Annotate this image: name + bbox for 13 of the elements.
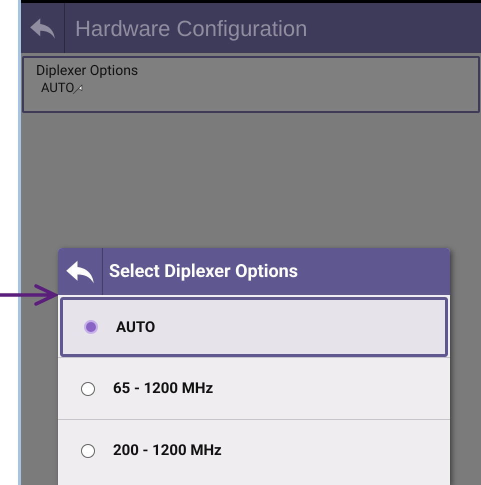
back-icon: [29, 16, 56, 40]
window-title: Hardware Configuration: [75, 14, 308, 43]
cursor-icon: [72, 84, 84, 94]
back-icon: [65, 258, 95, 284]
option-item[interactable]: AUTO: [60, 297, 448, 357]
option-item[interactable]: 65 - 1200 MHz: [58, 357, 450, 419]
diplexer-field[interactable]: Diplexer Options AUTO: [22, 56, 480, 113]
radio-button[interactable]: [81, 382, 95, 396]
pointer-arrow: [0, 283, 58, 307]
dialog-title: Select Diplexer Options: [109, 260, 298, 284]
radio-button[interactable]: [81, 444, 95, 458]
option-item[interactable]: 200 - 1200 MHz: [58, 419, 450, 481]
radio-button[interactable]: [84, 320, 98, 334]
